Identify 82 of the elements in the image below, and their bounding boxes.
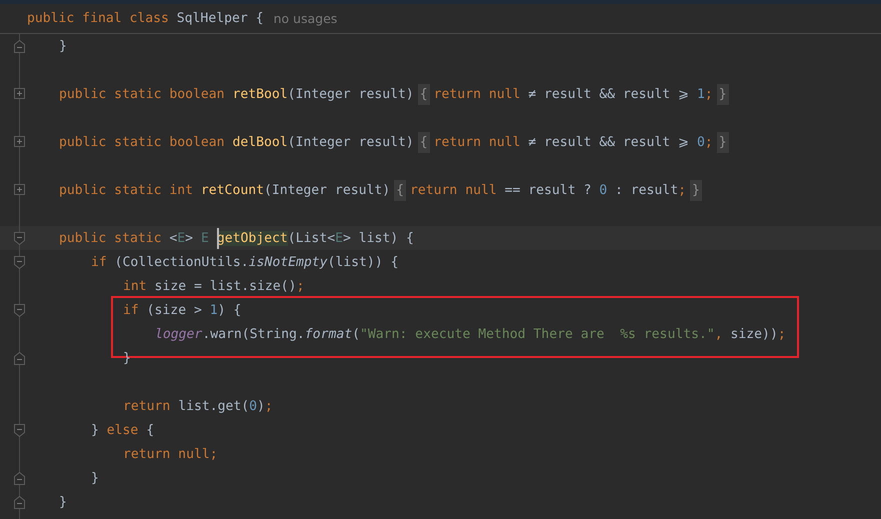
keyword: ; — [704, 86, 713, 102]
code-text: SqlHelper { — [176, 11, 264, 26]
type-parameter: E — [200, 230, 209, 246]
keyword: return null — [434, 134, 522, 150]
keyword: public final class — [27, 11, 170, 26]
number-literal: 0 — [696, 134, 705, 150]
number-literal: 1 — [210, 302, 218, 318]
collapse-icon[interactable] — [14, 304, 25, 317]
field-name: logger — [155, 326, 202, 342]
string-literal: "Warn: execute Method There are %s results." — [360, 326, 715, 342]
keyword: ; — [678, 182, 686, 198]
folded-brace: } — [690, 180, 702, 200]
collapse-icon[interactable] — [14, 472, 25, 485]
keyword: public static boolean — [59, 86, 226, 102]
folded-brace: { — [418, 84, 430, 104]
keyword: , — [714, 326, 723, 342]
code-text: (Integer result) — [264, 182, 390, 198]
code-text: (List< — [288, 230, 336, 246]
keyword: int — [123, 278, 148, 294]
code-text: ) { — [218, 302, 242, 318]
code-text: (list)) { — [328, 254, 398, 270]
collapse-icon[interactable] — [14, 496, 25, 509]
expand-icon[interactable] — [14, 184, 25, 195]
keyword: public static int — [59, 182, 194, 198]
number-literal: 0 — [599, 182, 608, 198]
keyword: ; — [264, 398, 273, 414]
code-text: ≠ result && result ⩾ — [528, 86, 690, 102]
code-text: (CollectionUtils. — [114, 254, 249, 270]
code-text: size = list.size() — [154, 278, 296, 294]
code-text: > — [185, 230, 194, 246]
code-text: } — [91, 422, 100, 438]
folded-brace: { — [418, 132, 430, 152]
keyword: ; — [778, 326, 786, 342]
code-text: > list) { — [342, 230, 414, 246]
code-text: (Integer result) — [288, 134, 414, 150]
code-text: (size > — [146, 302, 203, 318]
code-text: (Integer result) — [288, 86, 414, 102]
expand-icon[interactable] — [14, 136, 25, 147]
code-text: .warn(String. — [202, 326, 305, 342]
keyword: ; — [210, 446, 218, 462]
keyword: return null — [410, 182, 498, 198]
type-parameter: E — [177, 230, 186, 246]
number-literal: 1 — [696, 86, 705, 102]
collapse-icon[interactable] — [14, 256, 25, 269]
static-method-call: isNotEmpty — [248, 254, 328, 270]
method-name: retCount — [200, 182, 264, 198]
static-method-call: format — [304, 326, 352, 342]
code-text: } — [59, 38, 67, 54]
number-literal: 0 — [249, 398, 258, 414]
keyword: if — [123, 302, 140, 318]
keyword: public static boolean — [59, 134, 226, 150]
folded-brace: } — [716, 132, 729, 152]
usage-hint: no usages — [274, 11, 338, 26]
collapse-icon[interactable] — [14, 424, 25, 437]
method-name: retBool — [232, 86, 288, 102]
code-text: { — [146, 422, 154, 438]
code-text: ( — [352, 326, 360, 342]
keyword: return — [123, 398, 172, 414]
collapse-icon[interactable] — [14, 40, 25, 53]
code-text: } — [59, 494, 67, 510]
expand-icon[interactable] — [14, 88, 25, 99]
folded-brace: } — [716, 84, 729, 104]
code-text: ≠ result && result ⩾ — [528, 134, 690, 150]
keyword: ; — [296, 278, 304, 294]
keyword: ; — [704, 134, 713, 150]
keyword: else — [106, 422, 140, 438]
code-text: ) — [257, 398, 265, 414]
folded-brace: { — [394, 180, 406, 200]
keyword: public static — [59, 230, 162, 246]
code-text: : result — [614, 182, 678, 198]
code-text: size)) — [730, 326, 778, 342]
code-text: list.get( — [178, 398, 250, 414]
method-name: delBool — [232, 134, 288, 150]
collapse-icon[interactable] — [14, 352, 25, 365]
code-text: < — [169, 230, 178, 246]
collapse-icon[interactable] — [14, 232, 25, 245]
keyword: if — [91, 254, 108, 270]
type-parameter: E — [335, 230, 343, 246]
code-text: == result ? — [504, 182, 592, 198]
keyword: return null — [434, 86, 522, 102]
keyword: return null — [123, 446, 210, 462]
code-text: } — [91, 470, 99, 486]
